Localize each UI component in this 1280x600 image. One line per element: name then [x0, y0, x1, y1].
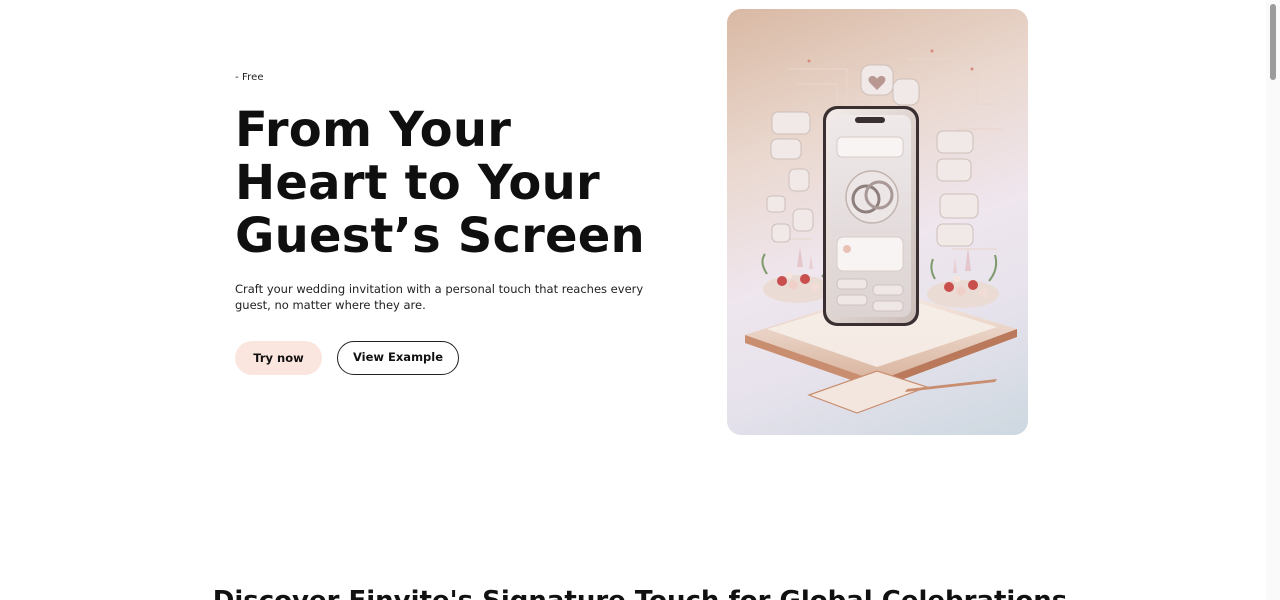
hero-illustration: [727, 9, 1028, 435]
headline-line-3: Guest’s Screen: [235, 208, 645, 264]
landing-page: - Free From Your Heart to Your Guest’s S…: [0, 0, 1280, 600]
try-now-button[interactable]: Try now: [235, 341, 322, 375]
headline-line-2: Heart to Your: [235, 155, 600, 211]
hero-content: - Free From Your Heart to Your Guest’s S…: [235, 0, 705, 440]
scrollbar-thumb[interactable]: [1270, 4, 1276, 80]
page-scrollbar[interactable]: [1266, 0, 1280, 600]
hero-subtext: Craft your wedding invitation with a per…: [235, 282, 644, 312]
section-title: Discover Einvite's Signature Touch for G…: [0, 586, 1280, 600]
hero-headline: From Your Heart to Your Guest’s Screen: [235, 104, 705, 263]
wedding-phone-illustration-icon: [745, 49, 1017, 414]
eyebrow-text: - Free: [235, 72, 264, 83]
view-example-button[interactable]: View Example: [337, 341, 459, 375]
headline-line-1: From Your: [235, 102, 512, 158]
